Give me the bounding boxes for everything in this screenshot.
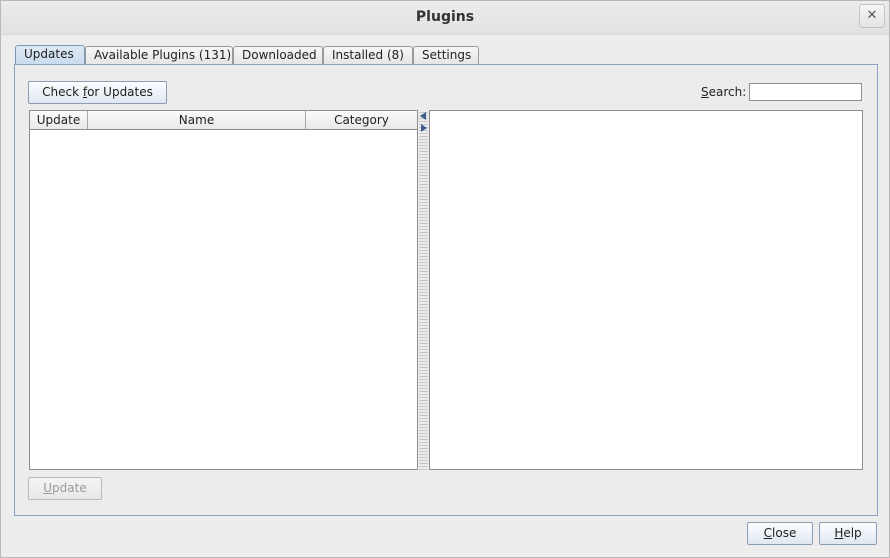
help-button[interactable]: Help <box>819 522 877 545</box>
search-label: Search: <box>701 85 747 99</box>
tab-available-plugins[interactable]: Available Plugins (131) <box>85 46 233 64</box>
split-pane-divider[interactable] <box>419 110 428 470</box>
table-header: Update Name Category <box>30 111 417 130</box>
check-for-updates-button[interactable]: Check for Updates <box>28 81 167 104</box>
column-header-category[interactable]: Category <box>306 111 417 129</box>
tab-settings[interactable]: Settings <box>413 46 479 64</box>
tab-downloaded[interactable]: Downloaded <box>233 46 323 64</box>
updates-table[interactable]: Update Name Category <box>29 110 418 470</box>
plugins-dialog: Plugins ✕ Updates Available Plugins (131… <box>0 0 890 558</box>
close-window-button[interactable]: ✕ <box>859 4 885 28</box>
search-input[interactable] <box>749 83 862 101</box>
title-bar: Plugins ✕ <box>1 1 889 35</box>
plugin-details-pane <box>429 110 863 470</box>
close-button[interactable]: Close <box>747 522 813 545</box>
column-header-name[interactable]: Name <box>88 111 306 129</box>
close-icon: ✕ <box>866 8 878 23</box>
update-button[interactable]: Update <box>28 477 102 500</box>
updates-panel: Check for Updates Search: Update Name Ca… <box>14 64 878 516</box>
dialog-title: Plugins <box>415 9 475 25</box>
column-header-update[interactable]: Update <box>30 111 88 129</box>
tab-updates[interactable]: Updates <box>15 45 85 65</box>
tab-installed[interactable]: Installed (8) <box>323 46 413 64</box>
collapse-right-icon[interactable] <box>421 124 427 132</box>
collapse-left-icon[interactable] <box>420 112 426 120</box>
